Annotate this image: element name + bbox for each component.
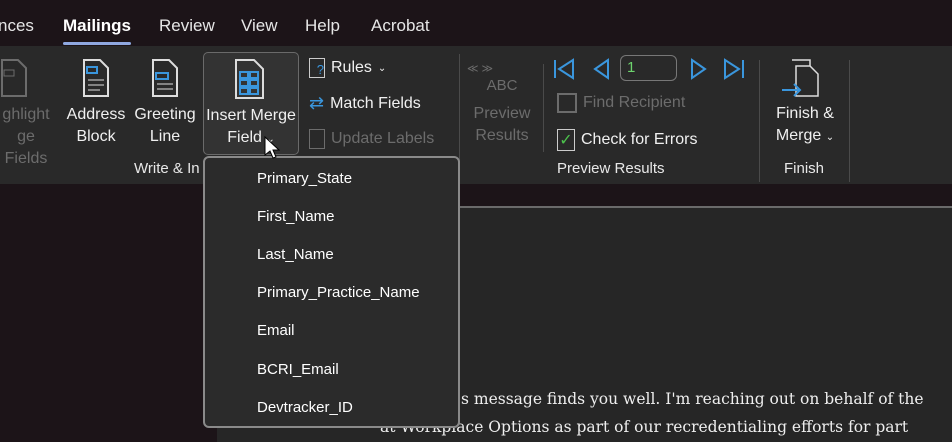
label: Check for Errors — [581, 131, 698, 148]
tab-acrobat[interactable]: Acrobat — [371, 16, 430, 36]
menu-item-first-name[interactable]: First_Name — [257, 208, 335, 225]
group-preview-results: Preview Results — [557, 160, 665, 177]
label: Finish & — [776, 105, 834, 122]
menu-item-primary-practice-name[interactable]: Primary_Practice_Name — [257, 284, 420, 301]
highlight-merge-fields-button[interactable]: ghlight ge Fields — [0, 104, 56, 170]
ribbon-tabs: nces Mailings Review View Help Acrobat — [0, 0, 952, 45]
divider — [459, 54, 460, 172]
tab-review[interactable]: Review — [159, 16, 215, 36]
label: Find Recipient — [583, 94, 686, 111]
ribbon: ghlight ge Fields Address Block Greeting Li… — [0, 46, 952, 184]
document-line: s message finds you well. I'm reaching o… — [461, 390, 924, 408]
label: Update Labels — [331, 130, 435, 147]
match-fields-icon: ⇄ — [309, 93, 325, 113]
greeting-line-icon — [152, 59, 178, 97]
rules-button[interactable]: ? Rules ⌄ — [309, 58, 386, 78]
label: Insert Merge — [206, 107, 296, 124]
label: Block — [76, 128, 116, 145]
tab-references[interactable]: nces — [0, 16, 34, 36]
mouse-cursor-icon — [264, 136, 280, 159]
divider — [543, 64, 544, 152]
label: Address — [66, 106, 126, 123]
address-block-button[interactable]: Address Block — [64, 104, 128, 148]
tab-mailings[interactable]: Mailings — [63, 16, 132, 45]
menu-item-last-name[interactable]: Last_Name — [257, 246, 334, 263]
merge-field-dropdown: Primary_State First_Name Last_Name Prima… — [203, 156, 460, 428]
group-finish: Finish — [784, 160, 825, 177]
address-block-icon — [83, 59, 109, 97]
label: Preview — [473, 105, 531, 122]
next-record-icon[interactable] — [688, 58, 708, 80]
menu-item-devtracker-id[interactable]: Devtracker_ID — [257, 399, 353, 416]
finish-merge-button[interactable]: Finish & Merge ⌄ — [766, 103, 844, 149]
previous-record-icon[interactable] — [592, 58, 612, 80]
menu-item-email[interactable]: Email — [257, 322, 295, 339]
tab-view[interactable]: View — [241, 16, 278, 36]
chevron-down-icon: ⌄ — [377, 62, 387, 74]
chevron-down-icon: ⌄ — [825, 132, 835, 143]
label: Greeting — [134, 106, 196, 123]
find-recipient-button[interactable]: Find Recipient — [557, 93, 685, 113]
record-number-input[interactable]: 1 — [620, 55, 677, 81]
preview-results-button[interactable]: Preview Results — [466, 103, 538, 147]
first-record-icon[interactable] — [553, 58, 577, 80]
abc-label: ABC — [486, 77, 518, 94]
label: Results — [475, 127, 529, 144]
label: ghlight — [2, 106, 50, 123]
match-fields-button[interactable]: ⇄ Match Fields — [309, 93, 421, 114]
menu-item-bcri-email[interactable]: BCRI_Email — [257, 361, 339, 378]
update-labels-icon — [309, 129, 325, 149]
svg-text:≪ ≫: ≪ ≫ — [467, 63, 493, 75]
rules-icon: ? — [309, 58, 325, 78]
insert-merge-field-icon — [235, 59, 264, 99]
highlight-fields-icon — [1, 59, 27, 97]
greeting-line-button[interactable]: Greeting Line — [132, 104, 198, 148]
menu-item-primary-state[interactable]: Primary_State — [257, 170, 352, 187]
tab-help[interactable]: Help — [305, 16, 340, 36]
insert-merge-field-button[interactable]: Insert Merge Field ⌄ — [203, 52, 299, 155]
label: Rules — [331, 59, 372, 76]
check-errors-icon: ✓ — [557, 129, 575, 151]
label: Match Fields — [330, 94, 421, 112]
label: Merge — [775, 127, 822, 144]
update-labels-button[interactable]: Update Labels — [309, 129, 434, 149]
divider — [759, 60, 760, 182]
find-recipient-icon — [557, 93, 577, 113]
group-write-insert: Write & In — [134, 160, 200, 177]
label: Field — [227, 129, 262, 146]
label: Line — [149, 128, 181, 145]
last-record-icon[interactable] — [721, 58, 745, 80]
finish-merge-icon — [782, 59, 819, 97]
check-for-errors-button[interactable]: ✓ Check for Errors — [557, 129, 697, 151]
label: ge Fields — [4, 128, 48, 167]
divider — [849, 60, 850, 182]
